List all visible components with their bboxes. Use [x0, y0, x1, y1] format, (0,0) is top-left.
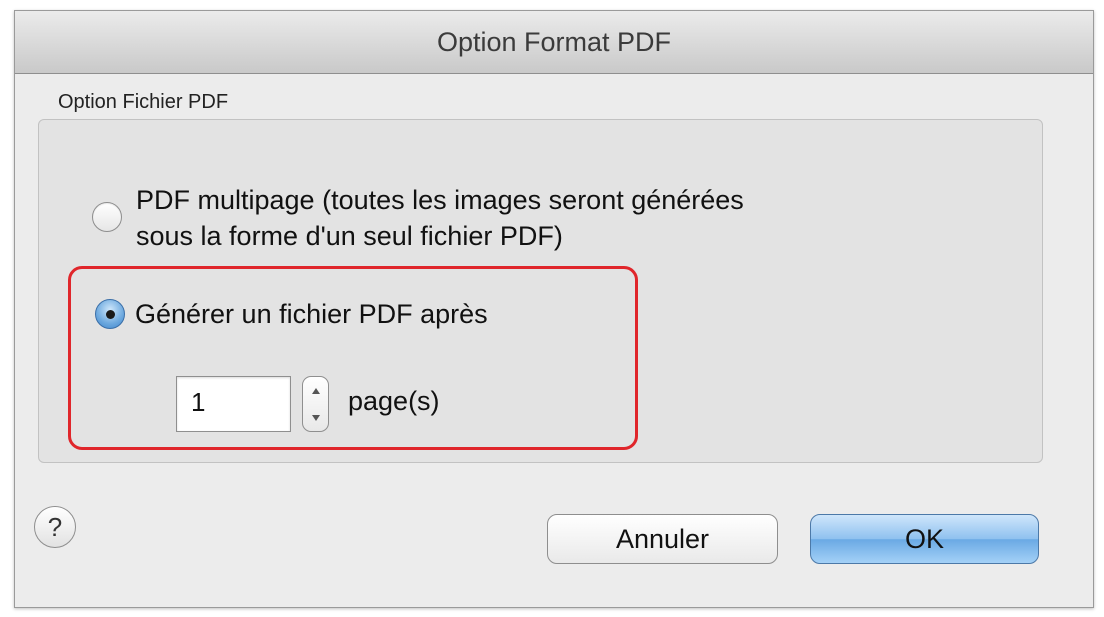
split-radio[interactable]	[95, 299, 125, 329]
stepper-down-button[interactable]	[303, 404, 328, 431]
multipage-label-line2: sous la forme d'un seul fichier PDF)	[136, 221, 563, 251]
stepper-up-button[interactable]	[303, 377, 328, 404]
window-title: Option Format PDF	[436, 26, 672, 57]
page-count-stepper[interactable]	[302, 376, 329, 432]
multipage-label-line1: PDF multipage (toutes les images seront …	[136, 185, 744, 215]
chevron-up-icon	[311, 387, 320, 394]
help-icon: ?	[47, 511, 63, 542]
page-count-input[interactable]: 1	[176, 376, 291, 432]
title-bar[interactable]: Option Format PDF	[15, 11, 1093, 74]
chevron-down-icon	[311, 414, 320, 421]
ok-button[interactable]: OK	[810, 514, 1039, 564]
group-label: Option Fichier PDF	[58, 91, 229, 113]
multipage-option-row[interactable]: PDF multipage (toutes les images seront …	[92, 182, 744, 254]
help-button[interactable]: ?	[34, 506, 76, 548]
multipage-label: PDF multipage (toutes les images seront …	[136, 182, 744, 254]
multipage-radio[interactable]	[92, 202, 122, 232]
radio-selected-dot	[105, 309, 115, 319]
highlight-box	[68, 266, 638, 450]
split-label: Générer un fichier PDF après	[135, 299, 488, 329]
cancel-button[interactable]: Annuler	[547, 514, 778, 564]
split-option-row[interactable]: Générer un fichier PDF après	[95, 296, 488, 332]
page-unit-label: page(s)	[348, 386, 440, 416]
